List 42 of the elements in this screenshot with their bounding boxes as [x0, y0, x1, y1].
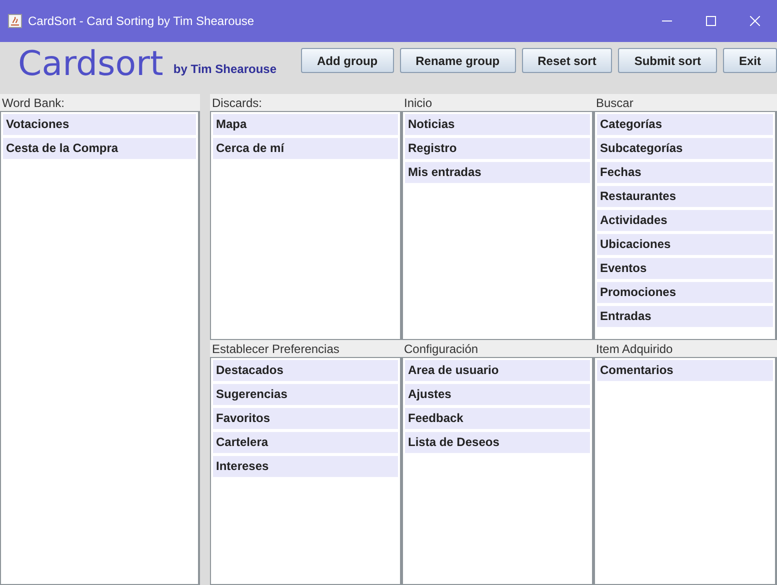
group-label: Buscar — [595, 95, 634, 111]
card[interactable]: Ubicaciones — [597, 234, 773, 255]
card[interactable]: Mapa — [213, 114, 398, 135]
app-name: Cardsort — [18, 44, 164, 84]
card[interactable]: Destacados — [213, 360, 398, 380]
group-label: Establecer Preferencias — [211, 340, 340, 356]
card[interactable]: Comentarios — [597, 360, 773, 380]
app-icon — [8, 14, 22, 28]
card[interactable]: Lista de Deseos — [405, 432, 590, 452]
group-label: Inicio — [403, 95, 434, 111]
toolbar-button[interactable]: Add group — [300, 48, 394, 73]
group-label: Discards: — [211, 95, 264, 111]
card[interactable]: Cerca de mí — [213, 138, 398, 159]
card[interactable]: Sugerencias — [213, 384, 398, 404]
card[interactable]: Registro — [405, 138, 590, 159]
group-label: Item Adquirido — [595, 340, 674, 356]
card[interactable]: Entradas — [597, 306, 773, 327]
card[interactable]: Votaciones — [3, 114, 196, 135]
card[interactable]: Favoritos — [213, 408, 398, 428]
toolbar-button[interactable]: Submit sort — [618, 48, 717, 73]
card[interactable]: Subcategorías — [597, 138, 773, 159]
group-label: Configuración — [403, 340, 480, 356]
card[interactable]: Eventos — [597, 258, 773, 279]
toolbar-button[interactable]: Reset sort — [522, 48, 612, 73]
card[interactable]: Restaurantes — [597, 186, 773, 207]
card[interactable]: Intereses — [213, 456, 398, 476]
group-label: Word Bank: — [1, 95, 66, 111]
toolbar-button[interactable]: Exit — [722, 48, 777, 73]
card[interactable]: Cesta de la Compra — [3, 138, 196, 159]
card[interactable]: Mis entradas — [405, 162, 590, 183]
card[interactable]: Cartelera — [213, 432, 398, 452]
card[interactable]: Promociones — [597, 282, 773, 303]
card[interactable]: Area de usuario — [405, 360, 590, 380]
card[interactable]: Categorías — [597, 114, 773, 135]
card[interactable]: Actividades — [597, 210, 773, 231]
byline: by Tim Shearouse — [173, 62, 277, 76]
card[interactable]: Noticias — [405, 114, 590, 135]
card[interactable]: Feedback — [405, 408, 590, 428]
card[interactable]: Ajustes — [405, 384, 590, 404]
card[interactable]: Fechas — [597, 162, 773, 183]
window-title: CardSort - Card Sorting by Tim Shearouse — [28, 14, 256, 28]
toolbar-button[interactable]: Rename group — [400, 48, 516, 73]
